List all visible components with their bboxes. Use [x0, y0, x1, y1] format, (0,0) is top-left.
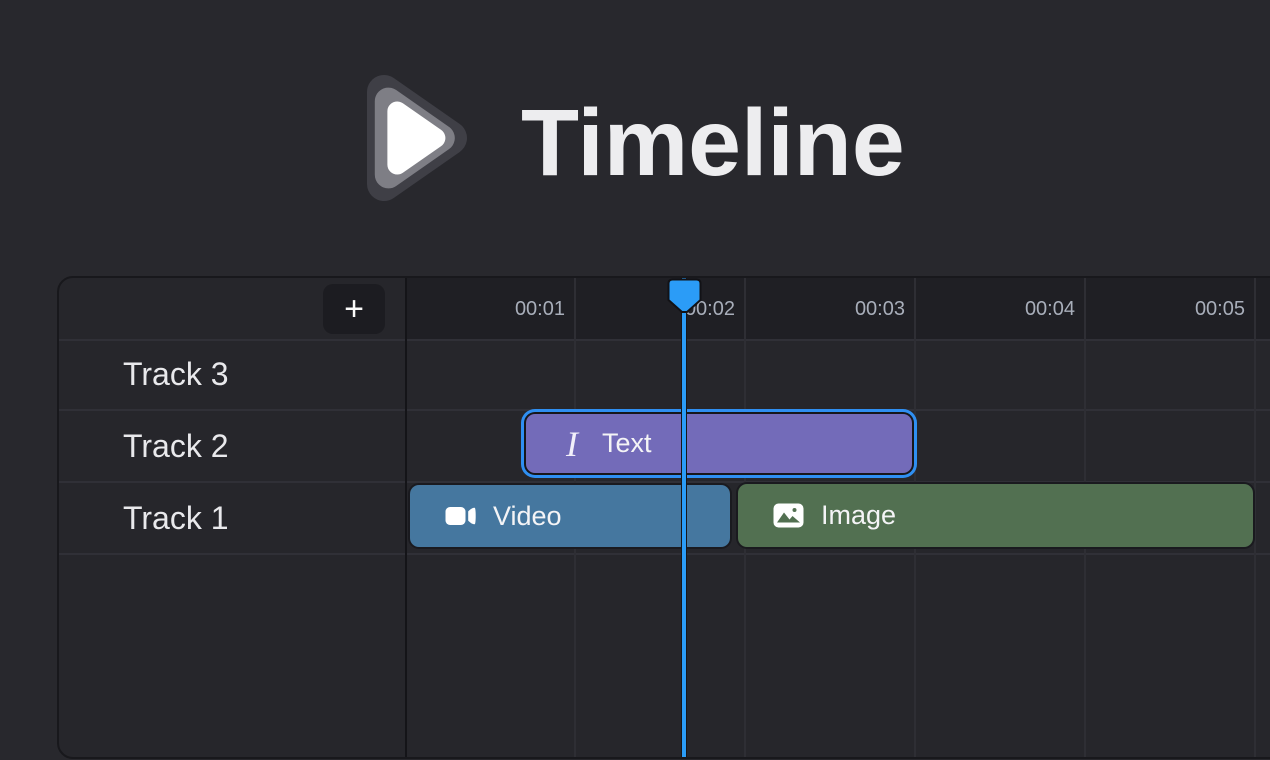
- timeline-lanes: 00:01 00:02 00:03 00:04 00:05 I Text: [407, 278, 1270, 757]
- track-sidebar: + Track 3 Track 2 Track 1: [59, 278, 405, 757]
- clip-text[interactable]: I Text: [526, 414, 912, 473]
- clip-image[interactable]: Image: [738, 484, 1253, 547]
- clip-label: Video: [493, 501, 562, 532]
- sidebar-divider: [405, 278, 407, 757]
- timeline-panel: + Track 3 Track 2 Track 1 00:01 00:02 00…: [57, 276, 1270, 759]
- ruler-tick-label: 00:05: [1145, 278, 1245, 340]
- playhead-line: [681, 278, 687, 757]
- page-title: Timeline: [521, 96, 905, 191]
- clip-label: Text: [602, 428, 652, 459]
- text-italic-icon: I: [566, 426, 578, 462]
- page-background: { "brand": { "title": "Timeline", "logo_…: [0, 0, 1270, 760]
- video-camera-icon: [445, 505, 478, 527]
- track-label: Track 3: [123, 340, 229, 409]
- clip-label: Image: [821, 500, 896, 531]
- ruler-tick-label: 00:01: [465, 278, 565, 340]
- plus-icon: +: [344, 290, 364, 328]
- track-header-track-1[interactable]: Track 1: [59, 483, 405, 553]
- track-label: Track 1: [123, 483, 229, 553]
- ruler-tick-label: 00:03: [805, 278, 905, 340]
- ruler-tick-label: 00:04: [975, 278, 1075, 340]
- app-logo-play-icon: [354, 68, 470, 213]
- image-icon: [773, 503, 804, 528]
- ruler-gridline: [1254, 278, 1256, 757]
- playhead-handle[interactable]: [667, 278, 702, 319]
- track-label: Track 2: [123, 411, 229, 481]
- track-header-track-3[interactable]: Track 3: [59, 340, 405, 409]
- track-header-track-2[interactable]: Track 2: [59, 411, 405, 481]
- add-track-button[interactable]: +: [323, 284, 385, 334]
- time-ruler[interactable]: 00:01 00:02 00:03 00:04 00:05: [407, 278, 1270, 340]
